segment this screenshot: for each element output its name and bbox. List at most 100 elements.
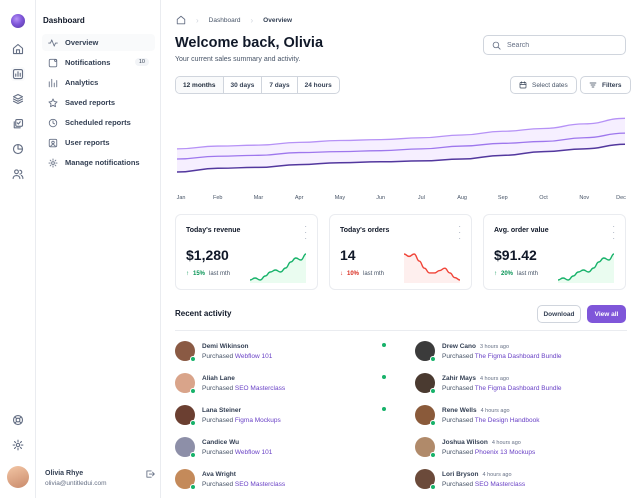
bar-chart-icon[interactable] <box>11 67 25 81</box>
x-tick-label: Apr <box>295 195 304 201</box>
product-link[interactable]: The Figma Dashboard Bundle <box>475 353 562 360</box>
avatar[interactable] <box>415 373 436 394</box>
more-vertical-icon[interactable]: · · · <box>612 223 615 243</box>
avatar[interactable] <box>175 341 196 362</box>
product-link[interactable]: SEO Masterclass <box>235 481 285 488</box>
product-link[interactable]: SEO Masterclass <box>475 481 525 488</box>
activity-user: Lana Steiner <box>202 407 241 414</box>
breadcrumb-current[interactable]: Overview <box>263 17 292 24</box>
sidebar-item-manage-notifications[interactable]: Manage notifications <box>42 154 155 171</box>
activity-row[interactable]: Lori Bryson 4 hours ago Purchased SEO Mast… <box>415 469 615 493</box>
support-icon[interactable] <box>11 413 25 427</box>
tab-12-months[interactable]: 12 months <box>176 77 224 93</box>
revenue-sparkline <box>249 253 307 283</box>
x-tick-label: Jul <box>418 195 425 201</box>
product-link[interactable]: Figma Mockups <box>235 417 281 424</box>
avatar[interactable] <box>415 341 436 362</box>
select-dates-button[interactable]: Select dates <box>510 76 577 94</box>
user-square-icon <box>48 138 58 147</box>
sidebar-item-overview[interactable]: Overview <box>42 34 155 51</box>
more-vertical-icon[interactable]: · · · <box>304 223 307 243</box>
activity-row[interactable]: Ava Wright Purchased SEO Masterclass <box>175 469 375 493</box>
date-range-tabs: 12 months 30 days 7 days 24 hours <box>175 76 340 94</box>
product-link[interactable]: SEO Masterclass <box>235 385 285 392</box>
avatar[interactable] <box>175 469 196 490</box>
activity-row[interactable]: Lana Steiner Purchased Figma Mockups <box>175 405 375 429</box>
more-vertical-icon[interactable]: · · · <box>458 223 461 243</box>
page-title: Welcome back, Olivia <box>175 35 324 51</box>
card-title: Avg. order value <box>494 227 549 234</box>
breadcrumb-item[interactable]: Dashboard <box>209 17 241 24</box>
pie-chart-icon[interactable] <box>11 142 25 156</box>
online-status-dot <box>430 484 436 490</box>
activity-icon <box>48 38 58 47</box>
activity-time: 4 hours ago <box>480 408 510 414</box>
avatar[interactable] <box>175 373 196 394</box>
sidebar-item-analytics[interactable]: Analytics <box>42 74 155 91</box>
sidebar-item-notifications[interactable]: Notifications 10 <box>42 54 155 71</box>
online-status-dot <box>430 388 436 394</box>
home-icon[interactable] <box>176 15 186 25</box>
activity-row[interactable]: Demi Wikinson Purchased Webflow 101 <box>175 341 375 365</box>
sidebar-item-scheduled-reports[interactable]: Scheduled reports <box>42 114 155 131</box>
delta-period: last mth <box>209 271 231 277</box>
product-link[interactable]: Phoenix 13 Mockups <box>475 449 535 456</box>
x-tick-label: Aug <box>457 195 467 201</box>
product-link[interactable]: Webflow 101 <box>235 449 272 456</box>
activity-verb: Purchased <box>202 353 234 360</box>
filters-button[interactable]: Filters <box>580 76 631 94</box>
calendar-icon <box>519 81 527 89</box>
product-link[interactable]: The Figma Dashboard Bundle <box>475 385 562 392</box>
activity-user: Demi Wikinson <box>202 343 249 350</box>
sidebar-item-user-reports[interactable]: User reports <box>42 134 155 151</box>
settings-icon[interactable] <box>11 438 25 452</box>
activity-row[interactable]: Joshua Wilson 4 hours ago Purchased Phoeni… <box>415 437 615 461</box>
activity-description: Purchased Phoenix 13 Mockups <box>442 449 535 456</box>
activity-row[interactable]: Candice Wu Purchased Webflow 101 <box>175 437 375 461</box>
x-tick-label: Nov <box>579 195 589 201</box>
activity-user: Aliah Lane <box>202 375 235 382</box>
logout-icon[interactable] <box>145 469 155 479</box>
avatar[interactable] <box>415 469 436 490</box>
check-square-icon[interactable] <box>11 117 25 131</box>
home-icon[interactable] <box>11 42 25 56</box>
avatar[interactable] <box>7 466 29 488</box>
star-icon <box>48 98 58 107</box>
recent-activity-title: Recent activity <box>175 309 232 318</box>
search-input[interactable] <box>507 41 617 49</box>
search-box[interactable] <box>483 35 626 55</box>
orders-card: Today's orders · · · 14 ↓ 10% last mth <box>329 214 472 290</box>
sidebar: Dashboard Overview Notifications 10 Anal… <box>7 0 161 498</box>
avatar[interactable] <box>175 405 196 426</box>
users-icon[interactable] <box>11 167 25 181</box>
activity-row[interactable]: Zahir Mays 4 hours ago Purchased The Figma… <box>415 373 615 397</box>
layers-icon[interactable] <box>11 92 25 106</box>
avatar[interactable] <box>175 437 196 458</box>
sidebar-item-saved-reports[interactable]: Saved reports <box>42 94 155 111</box>
user-email: olivia@untitledui.com <box>45 480 107 487</box>
online-status-dot <box>190 420 196 426</box>
product-link[interactable]: The Design Handbook <box>475 417 540 424</box>
logo[interactable] <box>11 14 25 28</box>
activity-row[interactable]: Rene Wells 4 hours ago Purchased The Desig… <box>415 405 615 429</box>
online-status-dot <box>430 452 436 458</box>
view-all-button[interactable]: View all <box>587 305 626 323</box>
tab-24-hours[interactable]: 24 hours <box>298 77 339 93</box>
sidebar-item-label: Notifications <box>65 58 111 67</box>
activity-row[interactable]: Drew Cano 3 hours ago Purchased The Figma … <box>415 341 615 365</box>
product-link[interactable]: Webflow 101 <box>235 353 272 360</box>
download-button[interactable]: Download <box>537 305 581 323</box>
card-delta: ↑ 20% last mth <box>494 271 538 277</box>
main-content: › Dashboard › Overview Welcome back, Oli… <box>161 0 640 498</box>
activity-verb: Purchased <box>442 417 474 424</box>
tab-7-days[interactable]: 7 days <box>262 77 298 93</box>
avatar[interactable] <box>415 437 436 458</box>
activity-row[interactable]: Aliah Lane Purchased SEO Masterclass <box>175 373 375 397</box>
delta-value: 20% <box>501 271 514 277</box>
delta-value: 10% <box>347 271 360 277</box>
avatar[interactable] <box>415 405 436 426</box>
delta-value: 15% <box>193 271 206 277</box>
activity-description: Purchased SEO Masterclass <box>442 481 525 488</box>
tab-30-days[interactable]: 30 days <box>224 77 263 93</box>
activity-user: Joshua Wilson 4 hours ago <box>442 439 521 446</box>
